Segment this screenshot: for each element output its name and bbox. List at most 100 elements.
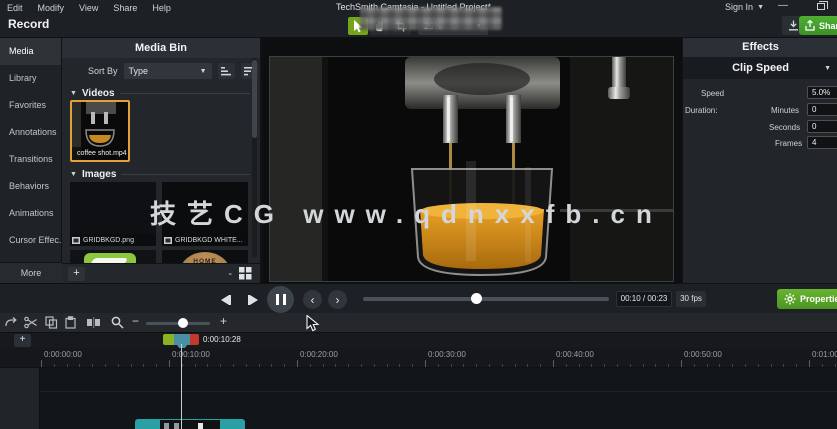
menu-edit[interactable]: Edit: [7, 3, 23, 13]
menu-share[interactable]: Share: [113, 3, 137, 13]
ruler-tick: [105, 364, 106, 367]
sidebar-item-annotations[interactable]: Annotations: [0, 119, 61, 146]
zoom-tool-button[interactable]: [111, 316, 124, 329]
timeline-header-strip: + 0:00:10:28: [0, 333, 837, 352]
share-button[interactable]: Shar: [799, 16, 837, 35]
ruler-tick: [53, 364, 55, 367]
sidebar-item-behaviors[interactable]: Behaviors: [0, 173, 61, 200]
image-icon: [72, 236, 80, 244]
sort-by-label: Sort By: [88, 66, 118, 76]
ruler-label: 0:00:30:00: [428, 350, 466, 359]
restore-window-button[interactable]: [817, 1, 828, 10]
ruler-tick: [437, 364, 439, 367]
split-button[interactable]: [86, 316, 101, 329]
frames-input[interactable]: 4: [807, 136, 837, 149]
ruler-tick: [565, 364, 567, 367]
image-icon: [164, 236, 172, 244]
playhead-line[interactable]: [181, 344, 182, 429]
step-forward-icon: [249, 294, 258, 305]
cut-button[interactable]: [24, 316, 38, 329]
sidebar-item-cursor-effec[interactable]: Cursor Effec...: [0, 227, 61, 254]
ruler-tick: [591, 364, 593, 367]
timeline-zoom-in-button[interactable]: +: [220, 314, 227, 328]
preview-panel: [262, 38, 682, 283]
ruler-tick: [373, 364, 375, 367]
sort-ascending-icon: [220, 66, 231, 75]
minutes-input[interactable]: 0: [807, 103, 837, 116]
next-frame-button[interactable]: [243, 290, 262, 309]
add-media-button[interactable]: +: [68, 267, 85, 281]
properties-label: Propertie: [800, 294, 837, 304]
images-section-header[interactable]: ▼ Images: [70, 169, 250, 180]
videos-label: Videos: [81, 88, 115, 99]
timeline-clip[interactable]: [135, 419, 245, 429]
paste-button[interactable]: [64, 316, 77, 329]
media-item-image-3-partial[interactable]: [70, 250, 156, 263]
ruler-tick: [476, 364, 478, 367]
playhead-handle[interactable]: [174, 334, 190, 352]
scrubber-knob[interactable]: [471, 293, 482, 304]
ruler-tick: [258, 364, 260, 367]
ruler-tick: [207, 364, 209, 367]
thumbnail-size-decrease[interactable]: -: [228, 268, 232, 280]
timeline-zoom-out-button[interactable]: −: [132, 314, 139, 328]
ruler-tick: [348, 364, 350, 367]
menu-modify[interactable]: Modify: [38, 3, 65, 13]
video-canvas[interactable]: [269, 56, 674, 282]
playhead-in-handle[interactable]: [163, 334, 174, 345]
media-item-video[interactable]: coffee shot.mp4: [70, 100, 130, 162]
coffee-video-frame: [270, 57, 673, 281]
ruler-tick: [770, 364, 772, 367]
redo-button[interactable]: [4, 316, 18, 329]
sidebar-item-transitions[interactable]: Transitions: [0, 146, 61, 173]
video-item-name: coffee shot.mp4: [77, 150, 127, 157]
ruler-tick: [233, 364, 234, 367]
scrollbar-thumb[interactable]: [252, 60, 257, 138]
ruler-label: 0:00:20:00: [300, 350, 338, 359]
censored-blur-region: [360, 7, 502, 30]
ruler-label: 0:00:50:00: [684, 350, 722, 359]
ruler-tick: [540, 364, 542, 367]
ruler-tick: [489, 364, 490, 367]
image-item-label-row: GRIDBKGD.png: [70, 234, 156, 246]
jump-forward-button[interactable]: ›: [328, 290, 347, 309]
timeline-zoom-knob[interactable]: [178, 318, 188, 328]
sidebar-item-animations[interactable]: Animations: [0, 200, 61, 227]
playback-scrubber[interactable]: [363, 293, 609, 304]
sort-ascending-button[interactable]: [217, 63, 235, 79]
copy-button[interactable]: [45, 316, 58, 329]
timeline-zoom-slider[interactable]: [146, 318, 210, 328]
sidebar-item-favorites[interactable]: Favorites: [0, 92, 61, 119]
chevron-down-icon: ▼: [757, 3, 764, 11]
timeline-ruler[interactable]: 0:00:00:00 0:00:10:00 0:00:20:00 0:00:30:00…: [0, 348, 837, 368]
ruler-label: 0:00:10:00: [172, 350, 210, 359]
ruler-tick: [425, 360, 426, 367]
record-button[interactable]: Record: [8, 17, 49, 31]
grid-view-button[interactable]: [239, 267, 252, 280]
minimize-button[interactable]: —: [775, 0, 791, 13]
add-track-button[interactable]: +: [14, 334, 31, 347]
ruler-tick: [809, 360, 810, 367]
playhead-out-handle[interactable]: [190, 334, 199, 345]
media-item-image-4-partial[interactable]: HOME: [162, 250, 248, 263]
seconds-label: Seconds: [769, 123, 801, 132]
sign-in-button[interactable]: Sign In ▼: [725, 2, 764, 12]
pause-button[interactable]: [267, 286, 294, 313]
sidebar-item-more[interactable]: More: [0, 262, 62, 283]
clip-speed-header[interactable]: Clip Speed ▼: [683, 57, 837, 79]
seconds-input[interactable]: 0: [807, 120, 837, 133]
sidebar-item-media[interactable]: Media: [0, 38, 61, 65]
sidebar-item-library[interactable]: Library: [0, 65, 61, 92]
jump-back-button[interactable]: ‹: [303, 290, 322, 309]
menu-help[interactable]: Help: [152, 3, 171, 13]
videos-section-header[interactable]: ▼ Videos: [70, 88, 250, 99]
speed-input[interactable]: 5.0%: [807, 86, 837, 99]
properties-button[interactable]: Propertie: [777, 289, 837, 309]
ruler-tick: [617, 364, 618, 367]
timeline-tracks[interactable]: [0, 368, 837, 429]
media-item-image-1[interactable]: GRIDBKGD.png: [70, 182, 156, 246]
menu-view[interactable]: View: [79, 3, 98, 13]
step-back-bar: [228, 294, 231, 305]
sort-type-dropdown[interactable]: Type ▼: [123, 63, 212, 79]
previous-frame-button[interactable]: [216, 290, 235, 309]
